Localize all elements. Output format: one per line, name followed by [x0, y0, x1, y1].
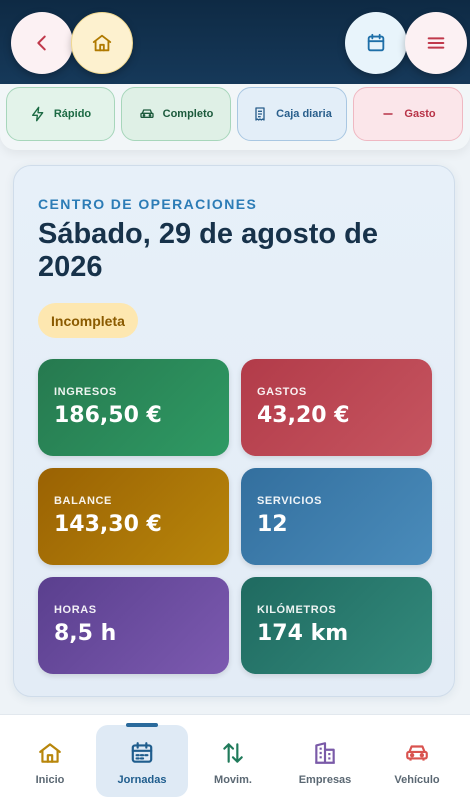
- stat-value: 8,5 h: [54, 621, 117, 646]
- home-icon: [92, 34, 112, 52]
- quick-action-gasto[interactable]: Gasto: [353, 87, 463, 141]
- stat-card-gastos[interactable]: GASTOS 43,20 €: [241, 359, 432, 456]
- quick-actions-bar: Rápido Completo Caja diaria Gasto: [0, 84, 470, 150]
- car-icon: [139, 109, 154, 118]
- back-button[interactable]: [11, 12, 73, 74]
- quick-action-rapido[interactable]: Rápido: [6, 87, 115, 141]
- nav-label: Jornadas: [117, 774, 167, 786]
- quick-action-label: Completo: [162, 108, 214, 120]
- app-header: [0, 0, 470, 86]
- nav-item-inicio[interactable]: Inicio: [4, 725, 96, 797]
- page-title: Sábado, 29 de agosto de 2026: [38, 218, 379, 283]
- quick-action-completo[interactable]: Completo: [121, 87, 231, 141]
- section-eyebrow: CENTRO DE OPERACIONES: [38, 196, 258, 212]
- stat-card-horas[interactable]: HORAS 8,5 h: [38, 577, 229, 674]
- stat-value: 174 km: [257, 621, 349, 646]
- stat-label: SERVICIOS: [257, 495, 323, 507]
- arrows-updown-icon: [223, 743, 243, 763]
- quick-action-label: Gasto: [404, 108, 436, 120]
- nav-label: Inicio: [35, 774, 65, 786]
- stat-card-balance[interactable]: BALANCE 143,30 €: [38, 468, 229, 565]
- nav-label: Empresas: [298, 774, 352, 786]
- quick-action-caja-diaria[interactable]: Caja diaria: [237, 87, 347, 141]
- stat-value: 12: [257, 512, 288, 537]
- home-button[interactable]: [71, 12, 133, 74]
- nav-label: Movim.: [214, 774, 252, 786]
- nav-label: Vehículo: [394, 774, 440, 786]
- menu-button[interactable]: [405, 12, 467, 74]
- chevron-left-icon: [37, 35, 46, 51]
- calendar-button[interactable]: [345, 12, 407, 74]
- stat-value: 43,20 €: [257, 403, 350, 428]
- stat-label: INGRESOS: [54, 386, 117, 398]
- car-icon: [406, 745, 428, 761]
- minus-icon: [383, 113, 394, 115]
- stat-card-ingresos[interactable]: INGRESOS 186,50 €: [38, 359, 229, 456]
- home-icon: [39, 743, 61, 763]
- stat-label: HORAS: [54, 604, 97, 616]
- nav-item-vehiculo[interactable]: Vehículo: [371, 725, 463, 797]
- building-icon: [315, 742, 335, 764]
- stat-label: KILÓMETROS: [257, 604, 337, 616]
- calendar-icon: [367, 33, 385, 52]
- bottom-nav: Inicio Jornadas Movim. Empresas Vehículo: [0, 714, 470, 805]
- stat-value: 143,30 €: [54, 512, 162, 537]
- quick-action-label: Caja diaria: [276, 108, 332, 120]
- stat-card-servicios[interactable]: SERVICIOS 12: [241, 468, 432, 565]
- quick-action-label: Rápido: [53, 108, 92, 120]
- active-indicator: [126, 723, 158, 727]
- stat-label: BALANCE: [54, 495, 112, 507]
- menu-icon: [427, 37, 445, 49]
- calendar-icon: [131, 742, 153, 763]
- nav-item-movim[interactable]: Movim.: [187, 725, 279, 797]
- operations-card: CENTRO DE OPERACIONES Sábado, 29 de agos…: [13, 165, 455, 697]
- stat-value: 186,50 €: [54, 403, 162, 428]
- stat-card-kilometros[interactable]: KILÓMETROS 174 km: [241, 577, 432, 674]
- nav-item-empresas[interactable]: Empresas: [279, 725, 371, 797]
- bolt-icon: [31, 106, 44, 122]
- receipt-icon: [255, 107, 265, 121]
- nav-item-jornadas[interactable]: Jornadas: [96, 723, 188, 797]
- stat-label: GASTOS: [257, 386, 307, 398]
- status-badge: Incompleta: [38, 303, 138, 338]
